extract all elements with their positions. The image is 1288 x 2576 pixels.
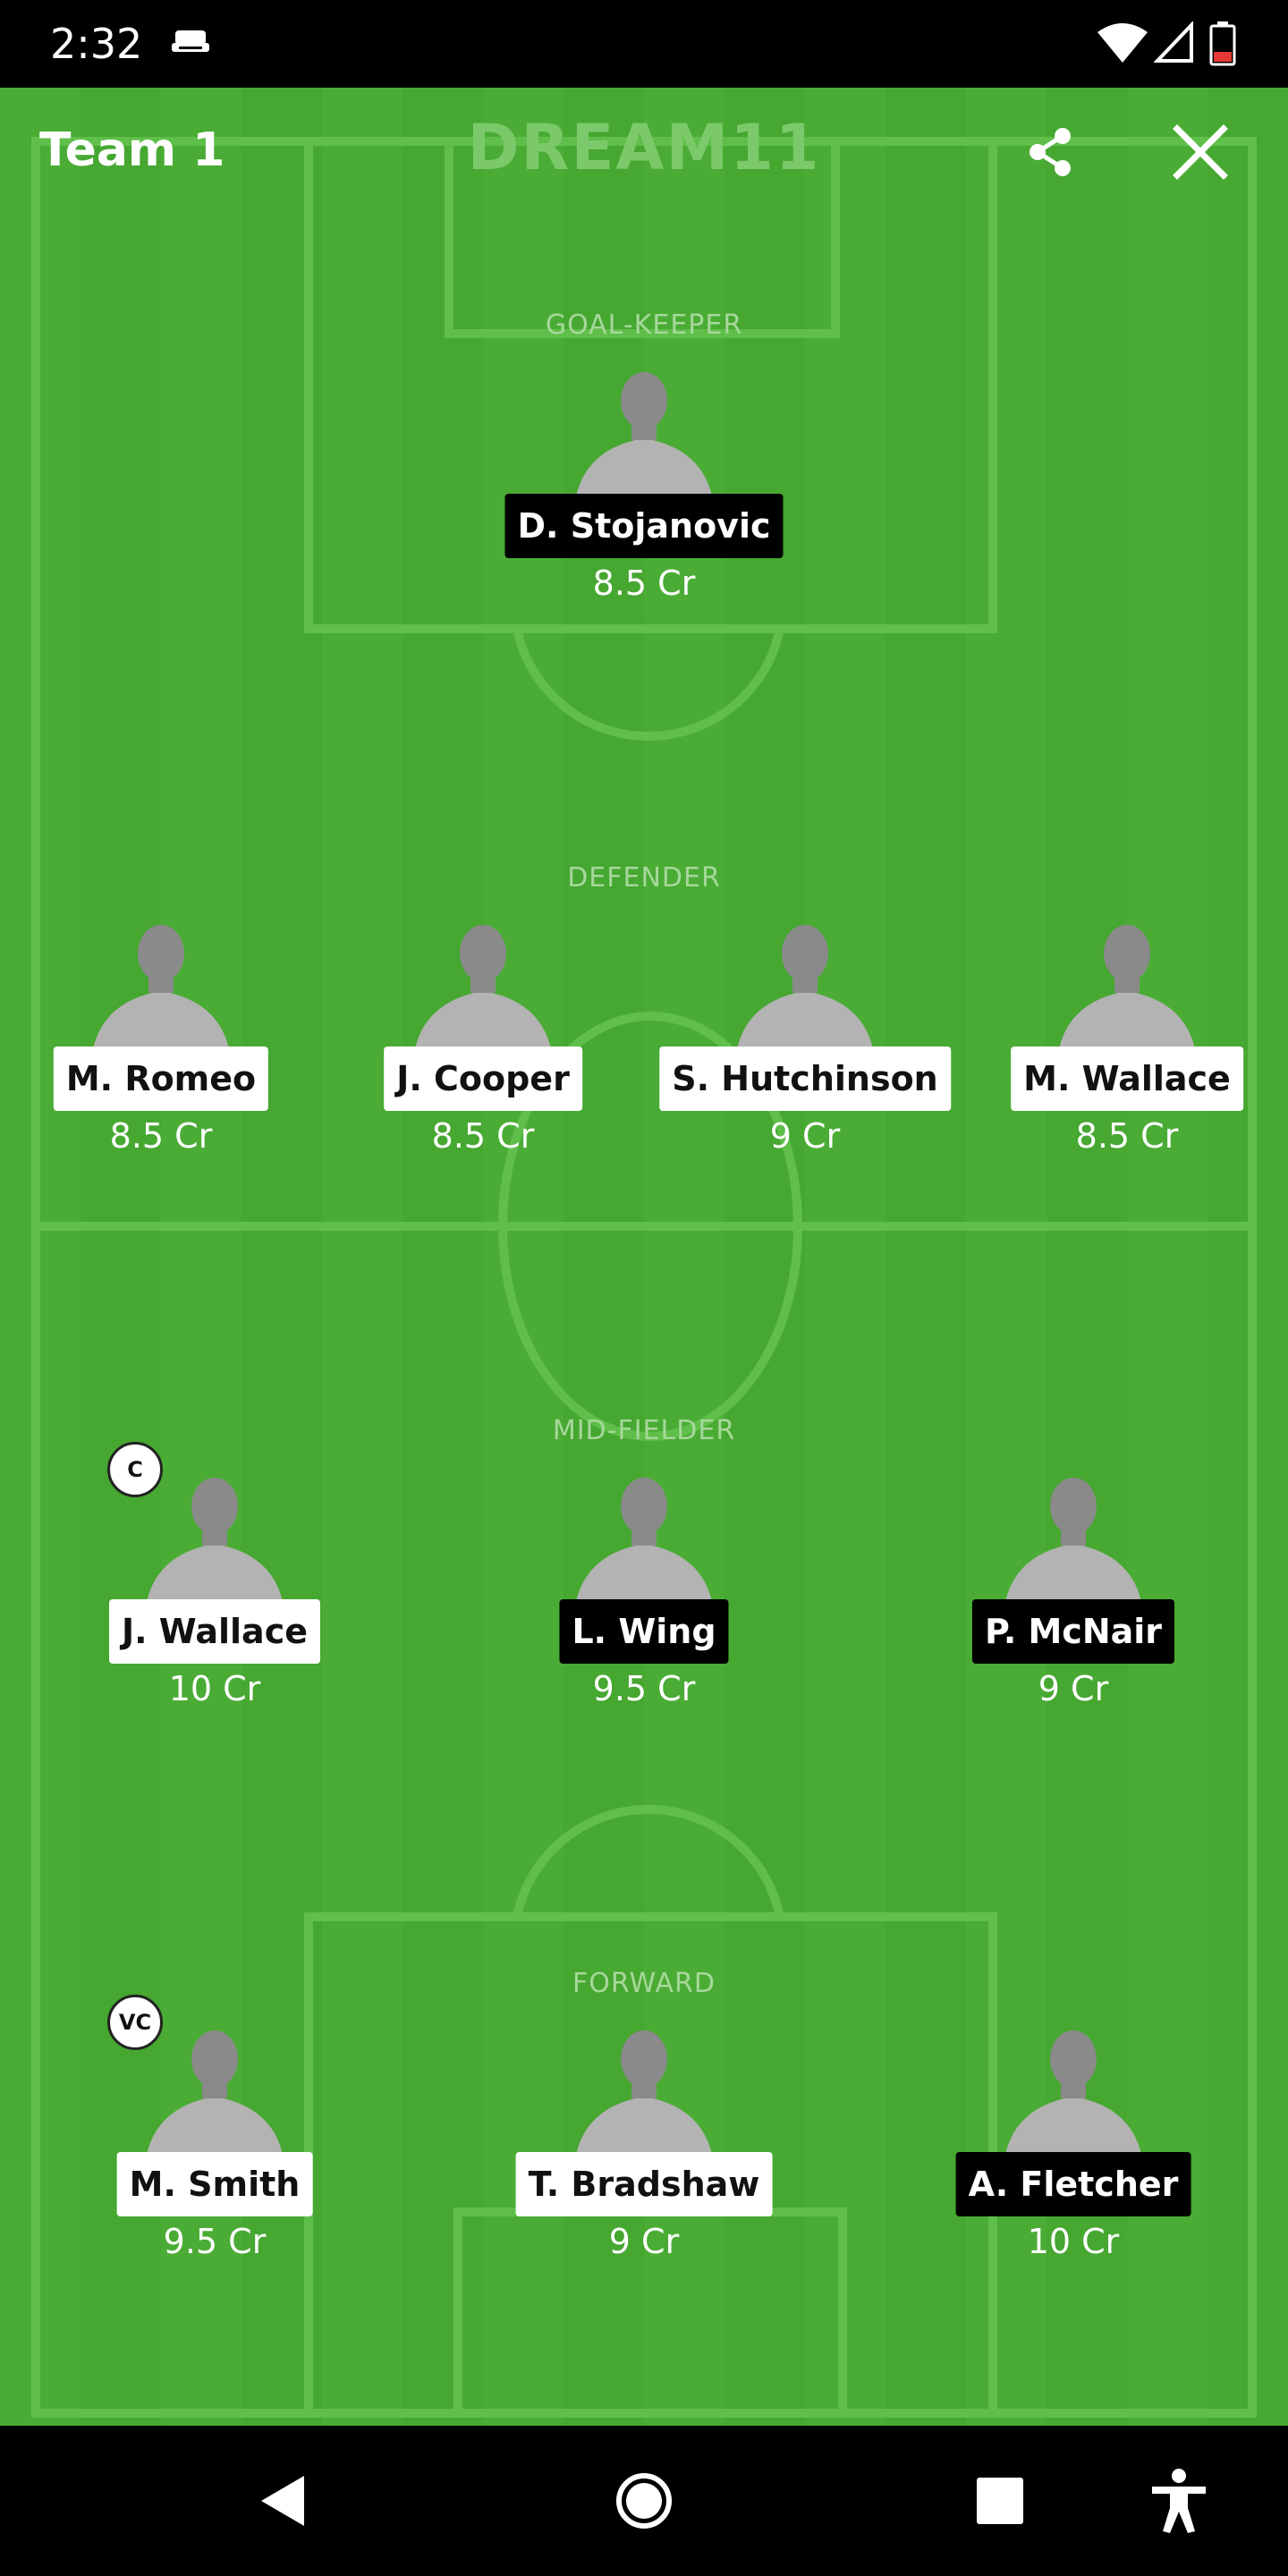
player-price: 8.5 Cr — [431, 1116, 535, 1156]
player-price: 10 Cr — [168, 1669, 261, 1708]
player-price: 9 Cr — [608, 2222, 680, 2261]
status-bar: 2:32 — [0, 0, 1288, 88]
battery-icon — [1209, 21, 1236, 66]
football-field: Team 1 DREAM11 GOAL-KEEPER DEFENDER MID-… — [0, 88, 1288, 2426]
player-card[interactable]: P. McNair 9 Cr — [939, 1469, 1208, 1708]
player-card[interactable]: T. Bradshaw 9 Cr — [510, 2021, 778, 2261]
close-icon[interactable] — [1165, 116, 1236, 188]
player-price: 8.5 Cr — [109, 1116, 213, 1156]
player-name: P. McNair — [971, 1599, 1175, 1664]
dream11-logo: DREAM11 — [467, 111, 821, 184]
accessibility-icon[interactable] — [1143, 2465, 1215, 2537]
player-name: M. Wallace — [1011, 1046, 1243, 1111]
player-card[interactable]: L. Wing 9.5 Cr — [510, 1469, 778, 1708]
player-card[interactable]: M. Romeo 8.5 Cr — [27, 916, 295, 1156]
label-midfielder: MID-FIELDER — [552, 1415, 736, 1446]
player-avatar-icon — [1004, 2030, 1143, 2165]
status-time: 2:32 — [50, 20, 143, 68]
captain-badge: C — [107, 1442, 163, 1497]
player-avatar-icon — [1004, 1478, 1143, 1612]
player-name: A. Fletcher — [955, 2152, 1191, 2216]
label-goalkeeper: GOAL-KEEPER — [545, 309, 743, 341]
home-circle-icon[interactable] — [608, 2465, 680, 2537]
player-avatar-icon — [1057, 925, 1197, 1059]
player-card[interactable]: C J. Wallace 10 Cr — [80, 1442, 349, 1708]
player-card[interactable]: VC M. Smith 9.5 Cr — [80, 1995, 349, 2261]
cast-device-icon — [172, 30, 209, 52]
player-name: J. Wallace — [109, 1599, 320, 1664]
label-defender: DEFENDER — [567, 862, 721, 894]
player-name: T. Bradshaw — [515, 2152, 773, 2216]
cell-signal-icon — [1154, 21, 1193, 63]
player-price: 9 Cr — [1038, 1669, 1109, 1708]
player-card[interactable]: D. Stojanovic 8.5 Cr — [504, 363, 784, 603]
player-avatar-icon — [413, 925, 553, 1059]
player-avatar-icon — [574, 1478, 714, 1612]
player-price: 10 Cr — [1027, 2222, 1120, 2261]
player-card[interactable]: M. Wallace 8.5 Cr — [993, 916, 1261, 1156]
player-price: 9.5 Cr — [592, 1669, 696, 1708]
player-avatar-icon — [574, 372, 714, 506]
player-price: 9 Cr — [769, 1116, 841, 1156]
player-card[interactable]: A. Fletcher 10 Cr — [939, 2021, 1208, 2261]
player-name: J. Cooper — [384, 1046, 582, 1111]
player-avatar-icon — [735, 925, 875, 1059]
player-name: M. Romeo — [53, 1046, 269, 1111]
player-price: 8.5 Cr — [1075, 1116, 1179, 1156]
recents-square-icon[interactable] — [964, 2465, 1036, 2537]
label-forward: FORWARD — [572, 1968, 716, 1999]
player-price: 9.5 Cr — [163, 2222, 267, 2261]
navigation-bar — [0, 2426, 1288, 2576]
player-avatar-icon — [574, 2030, 714, 2165]
player-card[interactable]: J. Cooper 8.5 Cr — [349, 916, 617, 1156]
vice-captain-badge: VC — [107, 1995, 163, 2050]
player-name: S. Hutchinson — [659, 1046, 951, 1111]
player-avatar-icon — [91, 925, 231, 1059]
wifi-icon — [1097, 23, 1148, 63]
share-icon[interactable] — [1014, 116, 1086, 188]
player-name: M. Smith — [116, 2152, 313, 2216]
player-card[interactable]: S. Hutchinson 9 Cr — [659, 916, 951, 1156]
player-price: 8.5 Cr — [592, 564, 696, 603]
player-name: L. Wing — [559, 1599, 729, 1664]
player-name: D. Stojanovic — [504, 494, 784, 558]
back-triangle-icon[interactable] — [249, 2465, 320, 2537]
